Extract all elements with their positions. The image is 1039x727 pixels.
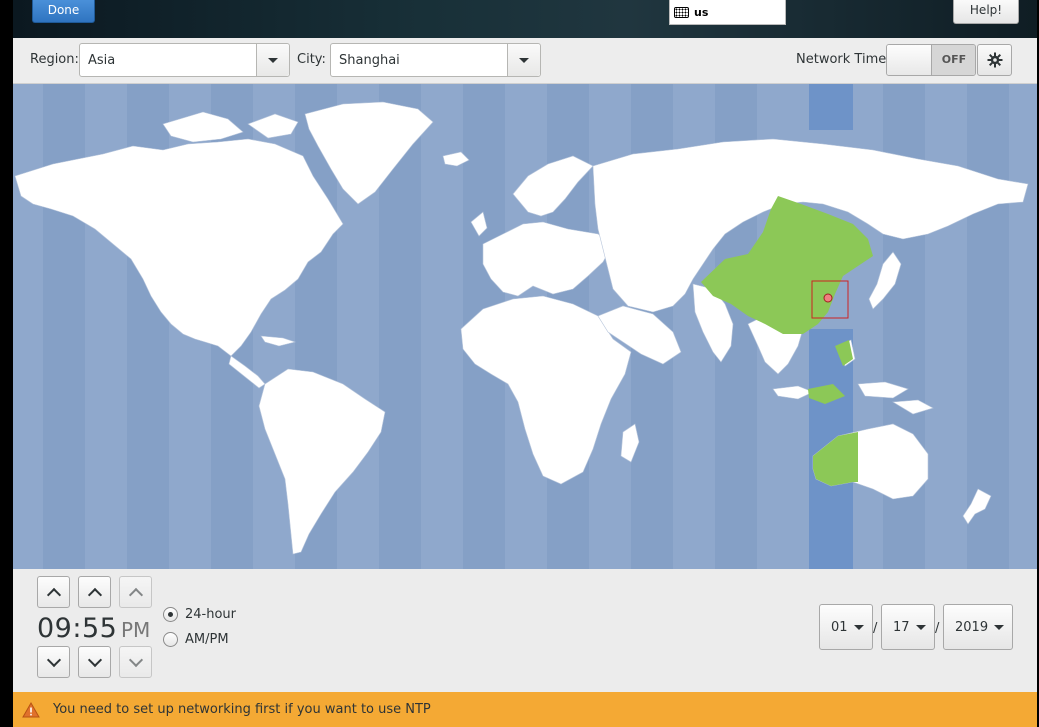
ampm-up-button[interactable] — [119, 576, 152, 608]
minute-down-button[interactable] — [78, 646, 111, 678]
radio-ampm[interactable] — [163, 632, 178, 647]
warning-message: You need to set up networking first if y… — [53, 702, 431, 717]
month-combo[interactable]: 01 — [819, 604, 873, 650]
chevron-down-icon — [268, 57, 278, 63]
chevron-down-icon — [915, 624, 926, 630]
ampm-down-button[interactable] — [119, 646, 152, 678]
time-display: 09:55 — [37, 613, 118, 644]
switch-state-label: OFF — [932, 45, 975, 75]
chevron-down-icon — [994, 624, 1005, 630]
year-combo[interactable]: 2019 — [943, 604, 1013, 650]
region-combo[interactable]: Asia — [79, 43, 290, 77]
day-value: 17 — [893, 619, 910, 635]
city-dropdown-arrow[interactable] — [507, 44, 540, 76]
radio-ampm-label: AM/PM — [185, 632, 229, 647]
chevron-down-icon — [128, 652, 143, 667]
city-label: City: — [297, 52, 326, 67]
location-pin-icon[interactable] — [823, 293, 833, 303]
year-value: 2019 — [955, 619, 989, 635]
chevron-down-icon — [46, 652, 61, 667]
done-button[interactable]: Done — [32, 0, 95, 23]
region-label: Region: — [30, 52, 79, 67]
ampm-display: PM — [121, 618, 151, 642]
city-value: Shanghai — [339, 52, 400, 68]
radio-24-hour-label: 24-hour — [185, 607, 237, 622]
selected-timezone-band-top — [809, 84, 853, 130]
city-combo[interactable]: Shanghai — [330, 43, 541, 77]
month-value: 01 — [831, 619, 848, 635]
switch-knob[interactable] — [887, 45, 932, 75]
date-time-panel: 09:55 PM 24-hour AM/PM 01 / 17 / 2019 — [13, 569, 1037, 692]
header-background — [13, 0, 1037, 38]
hour-down-button[interactable] — [37, 646, 70, 678]
chevron-down-icon — [87, 652, 102, 667]
network-time-switch[interactable]: OFF — [886, 44, 976, 76]
chevron-up-icon — [128, 587, 143, 602]
keyboard-layout-indicator[interactable]: us — [669, 0, 786, 25]
chevron-down-icon — [519, 57, 529, 63]
radio-24-hour[interactable] — [163, 607, 178, 622]
timezone-toolbar: Region: Asia City: Shanghai Network Time… — [13, 38, 1037, 84]
format-ampm-option[interactable]: AM/PM — [163, 632, 229, 647]
header-bar: Done us Help! — [0, 0, 1039, 38]
chevron-up-icon — [46, 587, 61, 602]
day-combo[interactable]: 17 — [881, 604, 935, 650]
region-value: Asia — [88, 52, 116, 68]
world-map[interactable] — [13, 84, 1037, 569]
timezone-map[interactable] — [13, 84, 1037, 569]
ntp-warning-bar: You need to set up networking first if y… — [13, 692, 1037, 727]
date-separator: / — [935, 621, 940, 636]
keyboard-layout-label: us — [694, 5, 709, 19]
gear-icon — [987, 52, 1002, 68]
chevron-down-icon — [853, 624, 864, 630]
minute-up-button[interactable] — [78, 576, 111, 608]
date-separator: / — [873, 621, 878, 636]
keyboard-icon — [674, 6, 689, 18]
chevron-up-icon — [87, 587, 102, 602]
format-24-hour-option[interactable]: 24-hour — [163, 607, 236, 622]
help-button[interactable]: Help! — [953, 0, 1019, 24]
region-dropdown-arrow[interactable] — [256, 44, 289, 76]
network-time-label: Network Time — [796, 52, 887, 67]
warning-icon — [22, 701, 40, 717]
hour-up-button[interactable] — [37, 576, 70, 608]
ntp-config-button[interactable] — [977, 44, 1012, 76]
